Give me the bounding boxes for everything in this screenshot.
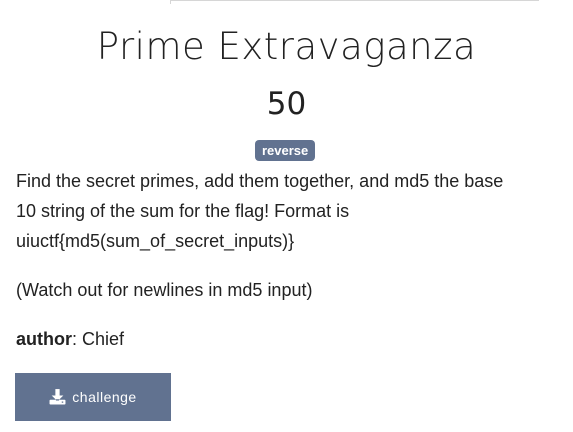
download-challenge-button[interactable]: challenge <box>15 373 171 421</box>
author-name: Chief <box>82 329 125 349</box>
challenge-title: Prime Extravaganza <box>96 25 477 68</box>
author-separator: : <box>72 329 83 349</box>
top-divider <box>170 0 539 1</box>
author-label: author <box>16 329 72 349</box>
download-button-label: challenge <box>72 389 137 405</box>
top-divider-tick <box>170 0 171 4</box>
newline-warning: (Watch out for newlines in md5 input) <box>16 280 313 300</box>
download-icon <box>49 388 66 404</box>
challenge-points: 50 <box>266 86 307 122</box>
challenge-page: Prime Extravaganza 50 reverse Find the s… <box>0 0 573 432</box>
category-badge: reverse <box>255 140 316 161</box>
description-line: uiuctf{md5(sum_of_secret_inputs)} <box>16 231 295 251</box>
description-line: Find the secret primes, add them togethe… <box>16 171 504 191</box>
challenge-description: Find the secret primes, add them togethe… <box>16 166 556 256</box>
author-line: author: Chief <box>16 325 124 353</box>
description-line: 10 string of the sum for the flag! Forma… <box>16 201 350 221</box>
